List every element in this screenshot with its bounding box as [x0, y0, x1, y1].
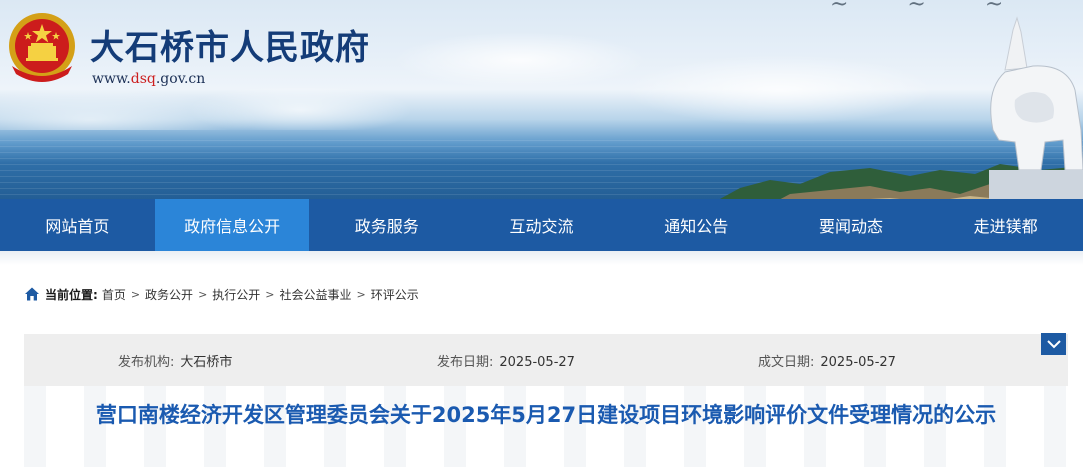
breadcrumb-separator: >: [130, 287, 141, 301]
nav-item-gov-info[interactable]: 政府信息公开: [154, 199, 310, 251]
article-title: 营口南楼经济开发区管理委员会关于2025年5月27日建设项目环境影响评价文件受理…: [95, 403, 997, 427]
meta-publish-date: 发布日期: 2025-05-27: [437, 351, 575, 370]
article-meta: 发布机构: 大石桥市 发布日期: 2025-05-27 成文日期: 2025-05-2…: [24, 334, 1068, 386]
breadcrumb-separator: >: [356, 287, 366, 301]
breadcrumb-gov-affairs[interactable]: 政务公开: [145, 286, 193, 303]
nav-item-label: 要闻动态: [818, 217, 883, 236]
meta-publisher-value: 大石桥市: [180, 355, 233, 370]
breadcrumb-separator: >: [198, 287, 208, 301]
meta-publisher-key: 发布机构:: [118, 355, 175, 370]
header-banner: ~ ~ ~ 大石桥市人民政府 www.dsq.gov.cn: [0, 0, 1083, 199]
national-emblem-icon: [9, 13, 75, 82]
breadcrumb-separator: >: [265, 287, 275, 301]
site-title[interactable]: 大石桥市人民政府: [90, 20, 370, 69]
meta-created-date: 成文日期: 2025-05-27: [758, 351, 896, 370]
meta-expand-button[interactable]: [1041, 333, 1066, 355]
nav-item-label: 互动交流: [509, 217, 574, 236]
statue-graphic: [989, 16, 1083, 199]
site-url-suffix: .gov.cn: [155, 71, 206, 87]
breadcrumb: 当前位置: 首页 > 政务公开 > 执行公开 > 社会公益事业 > 环评公示: [24, 284, 419, 304]
breadcrumb-execution[interactable]: 执行公开: [212, 286, 260, 303]
nav-item-label: 网站首页: [45, 217, 110, 236]
meta-publisher: 发布机构: 大石桥市: [118, 351, 232, 370]
breadcrumb-public-welfare[interactable]: 社会公益事业: [280, 286, 352, 303]
meta-publish-date-key: 发布日期:: [437, 355, 494, 370]
nav-item-notices[interactable]: 通知公告: [619, 199, 774, 251]
nav-item-home[interactable]: 网站首页: [0, 199, 155, 251]
nav-item-news[interactable]: 要闻动态: [774, 199, 929, 251]
nav-item-interaction[interactable]: 互动交流: [464, 199, 619, 251]
nav-item-label: 通知公告: [664, 217, 729, 236]
chevron-down-icon: [1046, 340, 1061, 349]
breadcrumb-eia-notice[interactable]: 环评公示: [371, 286, 419, 303]
meta-created-date-value: 2025-05-27: [820, 355, 896, 370]
nav-item-label: 政府信息公开: [184, 217, 281, 236]
breadcrumb-home[interactable]: 首页: [102, 286, 126, 303]
breadcrumb-label: 当前位置:: [45, 287, 98, 302]
meta-publish-date-value: 2025-05-27: [499, 355, 575, 370]
nav-item-services[interactable]: 政务服务: [309, 199, 464, 251]
site-url[interactable]: www.dsq.gov.cn: [92, 71, 205, 87]
meta-created-date-key: 成文日期:: [758, 355, 815, 370]
nav-item-about[interactable]: 走进镁都: [928, 199, 1083, 251]
site-url-prefix: www.: [92, 71, 131, 87]
nav-item-label: 政务服务: [354, 217, 419, 236]
home-icon: [25, 287, 39, 301]
nav-shadow: [0, 251, 1083, 265]
site-url-highlight: dsq: [130, 71, 156, 87]
main-nav: 网站首页 政府信息公开 政务服务 互动交流 通知公告 要闻动态 走进镁都: [0, 199, 1083, 251]
nav-item-label: 走进镁都: [973, 217, 1038, 236]
